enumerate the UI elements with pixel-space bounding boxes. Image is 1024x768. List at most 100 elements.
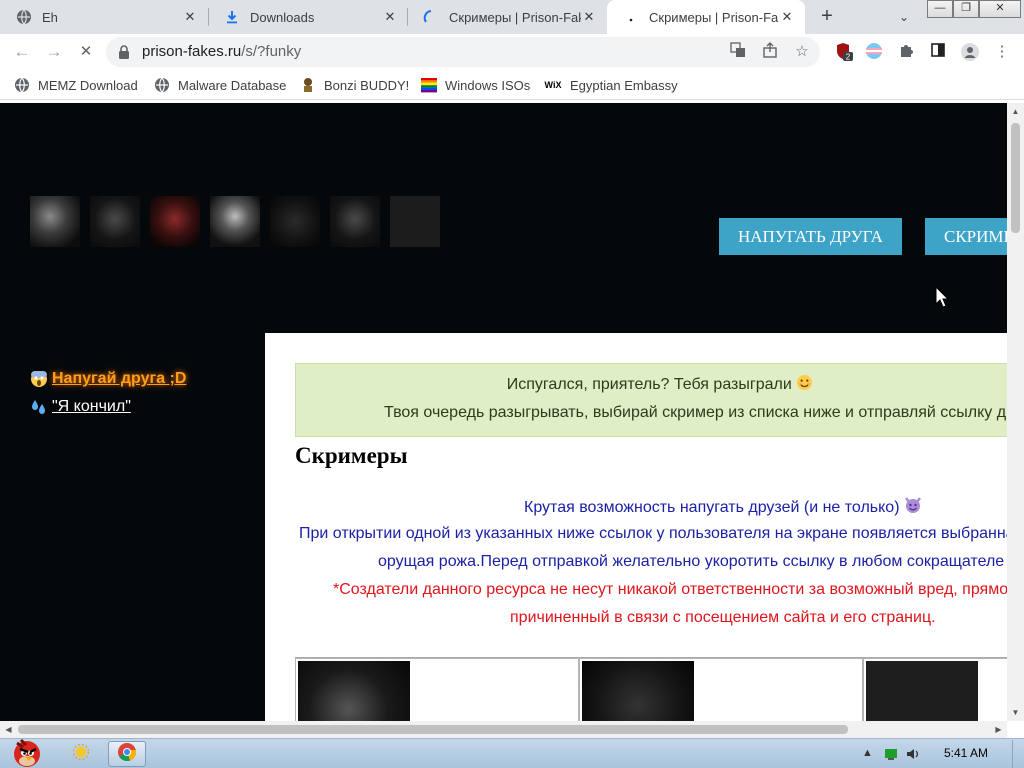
bookmark-label: Malware Database xyxy=(178,77,287,93)
gallery-image xyxy=(866,661,978,721)
vertical-scroll-thumb[interactable] xyxy=(1011,123,1020,233)
bookmark-malware-database[interactable]: Malware Database xyxy=(154,76,286,94)
gallery-item[interactable] xyxy=(579,658,863,721)
sidebar-link-scare-friend[interactable]: Напугай друга ;D xyxy=(30,365,186,393)
loading-spinner-icon xyxy=(423,9,439,25)
sidebar-link-finished[interactable]: "Я кончил" xyxy=(30,393,186,421)
sun-icon xyxy=(72,743,90,766)
bookmark-egyptian-embassy[interactable]: WiX Egyptian Embassy xyxy=(544,76,678,94)
devil-emoji-icon xyxy=(904,497,922,516)
bookmark-star-icon[interactable]: ☆ xyxy=(792,42,812,62)
extension-flag-icon[interactable] xyxy=(864,42,884,62)
share-icon[interactable] xyxy=(760,42,780,62)
extension-badge: 2 xyxy=(846,53,851,62)
close-icon[interactable]: ✕ xyxy=(182,9,198,25)
back-button[interactable]: ← xyxy=(10,40,34,64)
sidebar-link-label: "Я кончил" xyxy=(52,398,131,415)
lock-icon xyxy=(118,45,130,59)
screamer-gallery xyxy=(295,657,1007,721)
tab-screamers-active[interactable]: Скримеры | Prison-Fakes ✕ xyxy=(607,0,805,34)
sidebar-link-label: Напугай друга ;D xyxy=(52,370,187,387)
tab-title: Eh xyxy=(42,9,58,25)
tab-title: Скримеры | Prison-Fakes xyxy=(449,9,581,25)
profile-avatar-icon[interactable] xyxy=(960,42,980,62)
screamers-button[interactable]: СКРИМЕРЫ xyxy=(925,218,1007,255)
url-path: /s/?funky xyxy=(241,43,302,60)
mouse-cursor-icon xyxy=(935,285,950,313)
close-icon[interactable]: ✕ xyxy=(779,9,795,25)
scare-friend-button[interactable]: НАПУГАТЬ ДРУГА xyxy=(719,218,902,255)
tray-expand-icon[interactable]: ▲ xyxy=(862,747,873,759)
bookmark-bonzi[interactable]: Bonzi BUDDY! xyxy=(300,76,409,94)
taskbar-app-sun[interactable] xyxy=(62,741,100,767)
screamer-thumbnail[interactable] xyxy=(150,196,200,247)
start-button[interactable] xyxy=(0,738,52,767)
angry-bird-icon xyxy=(3,737,49,768)
vertical-scrollbar[interactable]: ▲ ▼ xyxy=(1007,103,1024,721)
scroll-up-arrow-icon[interactable]: ▲ xyxy=(1007,103,1024,120)
gallery-item[interactable] xyxy=(295,658,579,721)
tab-search-button[interactable]: ⌄ xyxy=(894,7,914,27)
alert-line-2: Твоя очередь разыгрывать, выбирай скриме… xyxy=(384,404,1007,421)
page-heading: Скримеры xyxy=(295,443,408,468)
main-content: Испугался, приятель? Тебя разыграли Твоя… xyxy=(265,333,1007,721)
close-icon[interactable]: ✕ xyxy=(581,9,597,25)
gallery-item[interactable] xyxy=(863,658,1007,721)
globe-icon xyxy=(154,77,170,93)
bookmarks-bar: MEMZ Download Malware Database Bonzi BUD… xyxy=(0,70,1024,100)
forward-button[interactable]: → xyxy=(42,40,66,64)
screamer-thumbnail[interactable] xyxy=(390,196,440,247)
taskbar: ▲ 5:41 AM xyxy=(0,738,1024,768)
download-icon xyxy=(224,9,240,25)
tab-title: Скримеры | Prison-Fakes xyxy=(649,9,779,25)
tab-screamers-loading[interactable]: Скримеры | Prison-Fakes ✕ xyxy=(407,0,607,34)
screamer-thumbnail[interactable] xyxy=(90,196,140,247)
scroll-left-arrow-icon[interactable]: ◀ xyxy=(0,721,17,738)
prank-alert: Испугался, приятель? Тебя разыграли Твоя… xyxy=(295,363,1007,437)
close-icon[interactable]: ✕ xyxy=(382,9,398,25)
globe-icon xyxy=(16,9,32,25)
sidebar-links: Напугай друга ;D "Я кончил" xyxy=(30,365,186,421)
scroll-right-arrow-icon[interactable]: ▶ xyxy=(990,721,1007,738)
translate-icon[interactable] xyxy=(728,42,748,62)
alert-text: Испугался, приятель? Тебя разыграли xyxy=(506,376,792,393)
extensions-puzzle-icon[interactable] xyxy=(896,42,916,62)
disclaimer-line-2: причиненный в связи с посещением сайта и… xyxy=(510,609,936,626)
bookmark-memz[interactable]: MEMZ Download xyxy=(14,76,138,94)
scream-emoji-icon xyxy=(30,370,48,388)
screamer-thumbnail[interactable] xyxy=(30,196,80,247)
tab-eh[interactable]: Eh ✕ xyxy=(0,0,208,34)
extension-shield-icon[interactable]: 2 xyxy=(834,42,854,62)
maximize-button[interactable]: ❐ xyxy=(953,0,979,18)
horizontal-scroll-thumb[interactable] xyxy=(18,725,848,734)
show-desktop-button[interactable] xyxy=(1012,740,1024,768)
menu-dots-icon[interactable]: ⋮ xyxy=(992,42,1012,62)
bookmark-label: Bonzi BUDDY! xyxy=(324,77,410,93)
url-host: prison-fakes.ru xyxy=(142,43,242,60)
address-bar[interactable]: prison-fakes.ru/s/?funky ☆ xyxy=(106,37,820,67)
screamer-thumbnail[interactable] xyxy=(210,196,260,247)
bookmark-windows-isos[interactable]: Windows ISOs xyxy=(421,76,530,94)
tab-strip: Eh ✕ Downloads ✕ Скримеры | Prison-Fakes… xyxy=(0,0,1024,34)
new-tab-button[interactable]: + xyxy=(814,5,840,29)
smile-emoji-icon xyxy=(796,374,813,393)
taskbar-app-chrome[interactable] xyxy=(108,741,146,767)
side-panel-icon[interactable] xyxy=(928,42,948,62)
tab-downloads[interactable]: Downloads ✕ xyxy=(208,0,408,34)
close-window-button[interactable]: ✕ xyxy=(979,0,1021,18)
globe-icon xyxy=(14,77,30,93)
scroll-down-arrow-icon[interactable]: ▼ xyxy=(1007,704,1024,721)
description-text: Крутая возможность напугать друзей (и не… xyxy=(524,499,900,516)
horizontal-scrollbar[interactable]: ◀ ▶ xyxy=(0,721,1007,738)
description-line-2: При открытии одной из указанных ниже ссы… xyxy=(299,525,1007,542)
screamer-thumbnail[interactable] xyxy=(330,196,380,247)
volume-icon[interactable] xyxy=(906,748,920,763)
bookmark-label: Egyptian Embassy xyxy=(570,77,678,93)
screamer-thumbnail[interactable] xyxy=(270,196,320,247)
description-line-3: орущая рожа.Перед отправкой желательно у… xyxy=(378,553,1005,570)
minimize-button[interactable]: — xyxy=(927,0,953,18)
gallery-image xyxy=(298,661,410,721)
stop-loading-button[interactable]: ✕ xyxy=(74,40,98,64)
wix-icon: WiX xyxy=(544,80,562,90)
network-icon[interactable] xyxy=(884,748,898,763)
